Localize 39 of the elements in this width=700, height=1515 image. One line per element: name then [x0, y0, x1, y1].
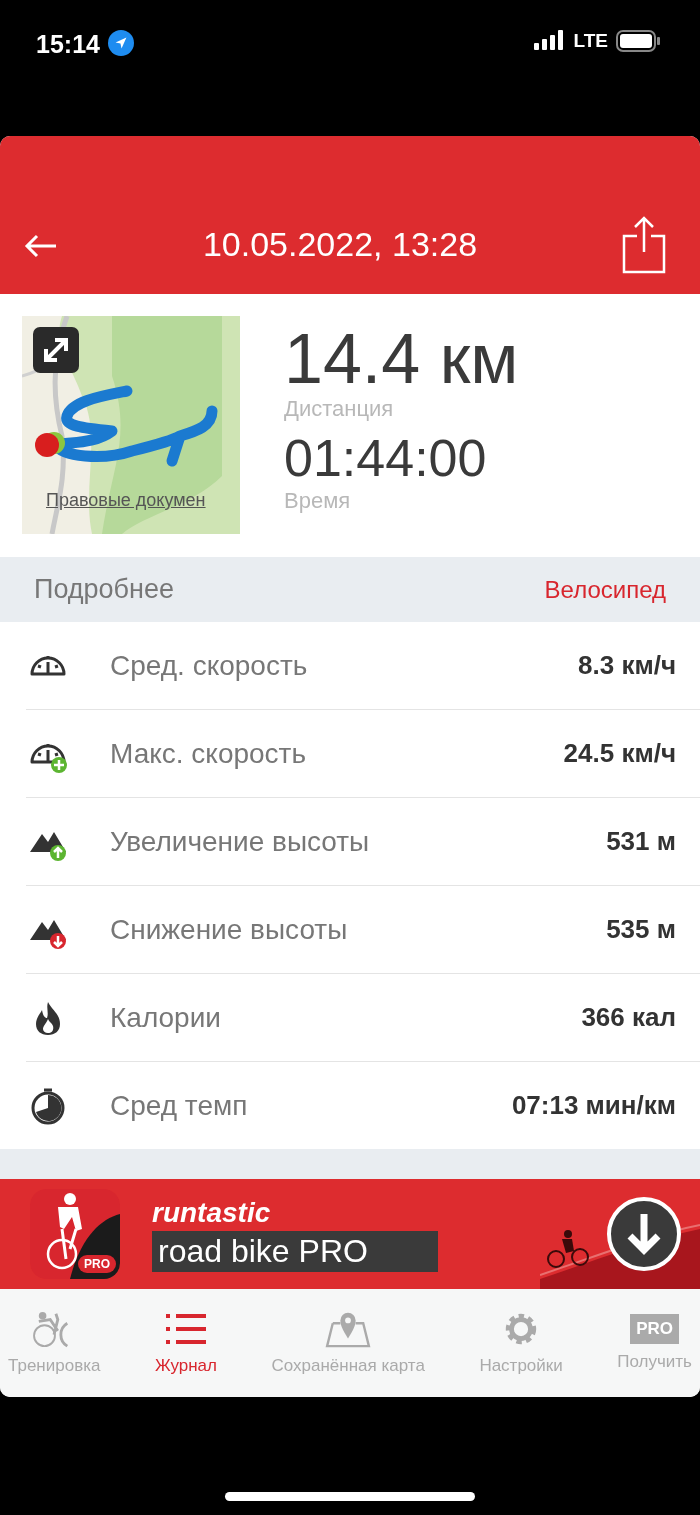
metric-value: 24.5 км/ч: [563, 738, 676, 769]
legal-documents-link[interactable]: Правовые докумен: [46, 490, 206, 511]
tab-bar-item[interactable]: Настройки: [479, 1289, 563, 1397]
metric-label: Снижение высоты: [110, 913, 349, 946]
battery-icon: [616, 30, 660, 52]
metric-label: Калории: [110, 1001, 222, 1034]
metric-label: Увеличение высоты: [110, 825, 371, 858]
tab-bar-item[interactable]: PRO Получить: [617, 1289, 692, 1397]
metric-value: 07:13 мин/км: [511, 1090, 676, 1121]
sport-type-link[interactable]: Велосипед: [544, 575, 666, 604]
ad-banner[interactable]: PRO runtastic road bike PRO: [0, 1179, 700, 1289]
stat-value: 14.4 км: [284, 322, 519, 396]
section-title: Подробнее: [34, 574, 175, 605]
metric-value: 8.3 км/ч: [578, 650, 676, 681]
network-label: LTE: [573, 30, 608, 52]
stat-value: 01:44:00: [284, 428, 488, 488]
metric-label: Макс. скорость: [110, 737, 308, 770]
product-name: road bike PRO: [152, 1230, 438, 1272]
metric-value: 531 м: [606, 826, 676, 857]
metric-label: Сред. скорость: [110, 649, 309, 682]
activity-date-title: 10.05.2022, 13:28: [201, 225, 479, 264]
stat-label: Время: [284, 488, 352, 514]
share-icon[interactable]: [622, 216, 666, 274]
back-arrow-icon[interactable]: [24, 234, 58, 258]
expand-icon[interactable]: [33, 327, 79, 373]
stat-label: Дистанция: [284, 396, 395, 422]
metric-label: Сред темп: [110, 1089, 249, 1122]
pro-label: PRO: [630, 1314, 680, 1344]
map-pin-icon: [324, 1310, 373, 1348]
signal-icon: [533, 30, 566, 50]
status-time: 15:14: [36, 30, 100, 59]
download-icon[interactable]: [606, 1196, 682, 1272]
metric-value: 535 м: [606, 914, 676, 945]
metric-value: 366 кал: [581, 1002, 676, 1033]
app-icon: [30, 1189, 120, 1279]
tab-bar-item[interactable]: Журнал: [154, 1289, 217, 1397]
tab-bar-item[interactable]: Тренировка: [8, 1289, 101, 1397]
tab-bar-item[interactable]: Сохранённая карта: [271, 1289, 425, 1397]
brand-name: runtastic: [152, 1196, 272, 1229]
